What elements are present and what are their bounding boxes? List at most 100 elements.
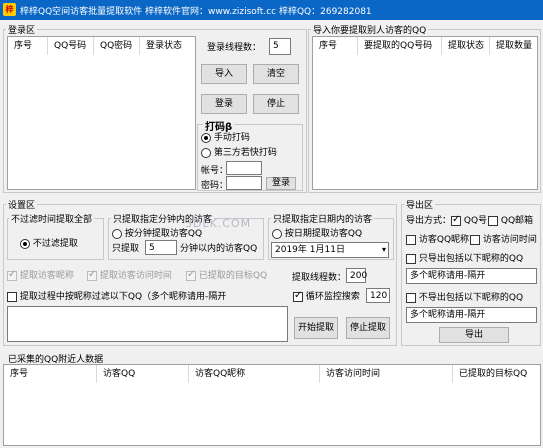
login-group-label: 登录区	[6, 23, 38, 36]
chk-time-label: 提取访客访问时间	[99, 271, 172, 281]
import-button[interactable]: 导入	[201, 64, 247, 84]
target-list[interactable]: 序号 要提取的QQ号码 提取状态 提取数量	[312, 36, 538, 190]
minutes-label: 按分钟提取访客QQ	[124, 229, 203, 239]
account-col-status[interactable]: 登录状态	[140, 37, 197, 55]
account-list[interactable]: 序号 QQ号码 QQ密码 登录状态	[7, 36, 196, 190]
captcha-account-input[interactable]	[226, 161, 262, 175]
date-value: 2019年 1月11日	[275, 245, 345, 255]
results-col-time[interactable]: 访客访问时间	[320, 365, 453, 383]
export-qq-checkbox[interactable]	[451, 214, 461, 226]
loop-monitor-checkbox[interactable]	[293, 290, 303, 302]
export-nick-label: 访客QQ昵称	[418, 235, 470, 245]
chk-time-checkbox[interactable]	[87, 269, 97, 281]
start-extract-button[interactable]: 开始提取	[294, 317, 338, 339]
nick-filter-checkbox[interactable]	[7, 291, 17, 302]
manual-captcha-option[interactable]: 手动打码	[201, 132, 250, 144]
title-bar: 梓 梓梓QQ空间访客批量提取软件 梓梓软件官网：www.zizisoft.cc …	[0, 0, 543, 20]
minutes-input[interactable]: 5	[145, 240, 177, 255]
manual-captcha-radio[interactable]	[201, 132, 211, 143]
captcha-account-label: 帐号：	[201, 166, 229, 176]
results-col-index[interactable]: 序号	[4, 365, 97, 383]
login-button[interactable]: 登录	[201, 94, 247, 114]
only-include-option[interactable]: 只导出包括以下昵称的QQ	[406, 253, 523, 265]
only-include-label: 只导出包括以下昵称的QQ	[418, 254, 524, 264]
export-email-option[interactable]: QQ邮箱	[488, 215, 533, 227]
account-col-password[interactable]: QQ密码	[94, 37, 140, 55]
third-party-captcha-option[interactable]: 第三方若快打码	[201, 147, 277, 159]
exclude-nick-input[interactable]: 多个昵称请用-隔开	[406, 307, 537, 323]
login-threads-input[interactable]: 5	[269, 38, 291, 55]
extract-threads-label: 提取线程数：	[292, 273, 347, 283]
results-col-nick[interactable]: 访客QQ昵称	[189, 365, 320, 383]
export-method-label: 导出方式：	[406, 216, 452, 226]
third-party-captcha-label: 第三方若快打码	[213, 148, 277, 158]
minutes-prefix: 只提取	[112, 244, 140, 254]
date-label: 按日期提取访客QQ	[284, 229, 363, 239]
results-col-qq[interactable]: 访客QQ	[97, 365, 189, 383]
login-threads-label: 登录线程数：	[207, 43, 262, 53]
stop-login-button[interactable]: 停止	[253, 94, 299, 114]
results-list[interactable]: 序号 访客QQ 访客QQ昵称 访客访问时间 已提取的目标QQ	[3, 364, 541, 446]
no-time-label: 不过滤提取	[32, 239, 78, 249]
chk-target-label: 已提取的目标QQ	[198, 271, 268, 281]
target-group-label: 导入你要提取别人访客的QQ	[311, 23, 429, 36]
calendar-dropdown-icon[interactable]: ▾	[382, 243, 386, 257]
export-time-option[interactable]: 访客访问时间	[470, 234, 537, 246]
export-qq-option[interactable]: QQ号	[451, 214, 488, 227]
chk-nick-checkbox[interactable]	[7, 269, 17, 281]
stop-extract-button[interactable]: 停止提取	[346, 317, 390, 339]
captcha-password-input[interactable]	[226, 176, 262, 190]
chk-nick-option[interactable]: 提取访客昵称	[7, 269, 74, 282]
chk-target-option[interactable]: 已提取的目标QQ	[186, 269, 268, 282]
export-time-label: 访客访问时间	[482, 235, 537, 245]
extract-threads-input[interactable]: 200	[346, 268, 367, 283]
date-picker[interactable]: 2019年 1月11日 ▾	[271, 242, 389, 258]
export-button[interactable]: 导出	[439, 327, 509, 343]
chk-target-checkbox[interactable]	[186, 269, 196, 281]
watermark: 3DLK.COM	[185, 217, 252, 230]
clear-button[interactable]: 清空	[253, 64, 299, 84]
export-time-checkbox[interactable]	[470, 234, 480, 245]
loop-interval-input[interactable]: 120	[366, 288, 390, 303]
date-group-label: 只提取指定日期内的访客	[271, 212, 375, 225]
export-email-checkbox[interactable]	[488, 215, 498, 226]
exclude-checkbox[interactable]	[406, 292, 416, 303]
no-time-radio[interactable]	[20, 238, 30, 249]
minutes-suffix: 分钟以内的访客QQ	[180, 244, 258, 254]
captcha-group-label: 打码β	[203, 118, 235, 133]
account-col-index[interactable]: 序号	[8, 37, 48, 55]
only-include-checkbox[interactable]	[406, 253, 416, 264]
account-col-qq[interactable]: QQ号码	[48, 37, 94, 55]
captcha-login-button[interactable]: 登录	[266, 177, 296, 190]
results-col-target[interactable]: 已提取的目标QQ	[453, 365, 542, 383]
export-nick-option[interactable]: 访客QQ昵称	[406, 234, 469, 246]
date-radio[interactable]	[272, 228, 282, 239]
exclude-option[interactable]: 不导出包括以下昵称的QQ	[406, 292, 523, 304]
settings-group-label: 设置区	[6, 198, 38, 211]
export-email-label: QQ邮箱	[500, 216, 534, 226]
chk-time-option[interactable]: 提取访客访问时间	[87, 269, 172, 282]
export-group-label: 导出区	[404, 198, 436, 211]
window-title: 梓梓QQ空间访客批量提取软件 梓梓软件官网：www.zizisoft.cc 梓梓…	[20, 7, 372, 17]
target-col-index[interactable]: 序号	[313, 37, 358, 55]
loop-monitor-label: 循环监控搜索	[305, 292, 360, 302]
minutes-radio[interactable]	[112, 228, 122, 239]
no-time-group-label: 不过滤时间提取全部	[9, 212, 95, 225]
target-col-qq[interactable]: 要提取的QQ号码	[358, 37, 442, 55]
nick-filter-textarea[interactable]	[7, 306, 288, 342]
export-nick-checkbox[interactable]	[406, 234, 416, 245]
export-qq-label: QQ号	[463, 216, 488, 226]
target-col-status[interactable]: 提取状态	[442, 37, 490, 55]
captcha-password-label: 密码：	[201, 181, 229, 191]
no-time-option[interactable]: 不过滤提取	[20, 238, 78, 250]
third-party-captcha-radio[interactable]	[201, 147, 211, 158]
exclude-label: 不导出包括以下昵称的QQ	[418, 293, 524, 303]
chk-nick-label: 提取访客昵称	[19, 271, 74, 281]
include-nick-input[interactable]: 多个昵称请用-隔开	[406, 268, 537, 284]
target-col-count[interactable]: 提取数量	[490, 37, 539, 55]
manual-captcha-label: 手动打码	[213, 133, 250, 143]
app-icon: 梓	[3, 3, 16, 16]
loop-monitor-option[interactable]: 循环监控搜索	[293, 290, 360, 303]
nick-filter-option[interactable]: 提取过程中按昵称过滤以下QQ（多个昵称请用-隔开	[7, 291, 226, 303]
date-option[interactable]: 按日期提取访客QQ	[272, 228, 362, 240]
